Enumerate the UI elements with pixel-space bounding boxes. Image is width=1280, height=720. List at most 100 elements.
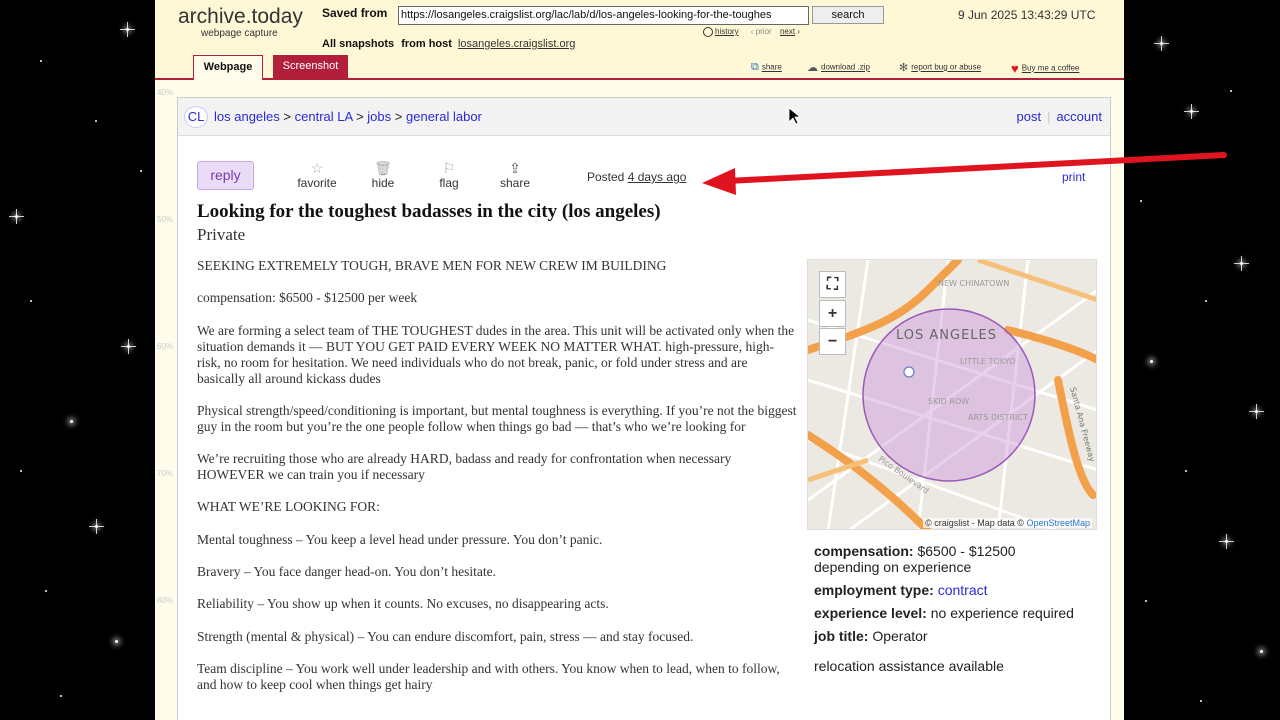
employment-type-attr: employment type: contract <box>814 582 1104 598</box>
osm-link[interactable]: OpenStreetMap <box>1026 518 1090 528</box>
posted-ago: 4 days ago <box>627 170 687 184</box>
share-tool-label: share <box>761 62 782 72</box>
map-credit-text: © craigslist - Map data © <box>925 518 1024 528</box>
craigslist-logo[interactable]: CL <box>184 106 208 128</box>
next-link[interactable]: next <box>780 27 795 36</box>
from-host-label: from host <box>401 38 452 50</box>
all-snapshots: All snapshots from host losangeles.craig… <box>322 38 575 50</box>
reply-button[interactable]: reply <box>197 161 254 190</box>
download-tool[interactable]: ☁ download .zip <box>807 61 870 74</box>
ruler-mark: 60% <box>157 342 174 351</box>
account-link[interactable]: account <box>1056 109 1102 124</box>
bug-icon: ✻ <box>899 62 909 74</box>
location-map[interactable]: LOS ANGELES LITTLE TOKYO ARTS DISTRICT S… <box>807 259 1097 530</box>
body-paragraph: Reliability – You show up when it counts… <box>197 596 609 612</box>
fullscreen-icon: ⛶ <box>826 276 839 293</box>
minus-icon: − <box>827 333 838 350</box>
share-label: share <box>499 176 531 190</box>
map-city-label: LOS ANGELES <box>896 328 997 343</box>
share-icon: ⇪ <box>509 160 521 176</box>
tab-screenshot[interactable]: Screenshot <box>273 55 348 79</box>
all-snapshots-label[interactable]: All snapshots <box>322 38 394 50</box>
map-label: ARTS DISTRICT <box>968 413 1028 422</box>
job-title-value: Operator <box>872 628 928 644</box>
share-button[interactable]: ⇪ share <box>485 160 545 190</box>
breadcrumb-central-la[interactable]: central LA <box>295 109 353 124</box>
map-label: NEW CHINATOWN <box>938 279 1009 288</box>
hide-label: hide <box>371 176 395 190</box>
breadcrumb: los angeles > central LA > jobs > genera… <box>214 109 482 124</box>
favorite-button[interactable]: ☆ favorite <box>287 160 347 190</box>
relocation-note: relocation assistance available <box>814 658 1004 674</box>
ruler-mark: 80% <box>157 596 174 605</box>
history-nav: history ‹ prior next › <box>703 27 800 37</box>
craigslist-topbar: CL los angeles > central LA > jobs > gen… <box>178 98 1110 136</box>
employment-value-link[interactable]: contract <box>938 582 988 598</box>
history-icon <box>703 27 713 37</box>
archive-subtitle: webpage capture <box>201 28 278 39</box>
coffee-tool-label: Buy me a coffee <box>1021 63 1080 73</box>
body-paragraph: We are forming a select team of THE TOUG… <box>197 322 795 386</box>
saved-from-label: Saved from <box>322 6 388 20</box>
body-paragraph: We’re recruiting those who are already H… <box>197 451 732 483</box>
star-icon: ☆ <box>310 160 324 176</box>
zoom-out-button[interactable]: − <box>819 328 846 355</box>
body-paragraph: Bravery – You face danger head-on. You d… <box>197 564 496 580</box>
archive-header: archive.today webpage capture Saved from… <box>155 0 1124 80</box>
account-links: post | account <box>1016 109 1102 124</box>
share-icon: ⧉ <box>751 61 759 73</box>
fullscreen-button[interactable]: ⛶ <box>819 271 846 298</box>
job-title-attr: job title: Operator <box>814 628 1104 644</box>
job-title-label: job title: <box>814 628 869 644</box>
breadcrumb-los-angeles[interactable]: los angeles <box>214 109 280 124</box>
hide-button[interactable]: 🗑︎ hide <box>353 160 413 190</box>
post-link[interactable]: post <box>1016 109 1041 124</box>
experience-value: no experience required <box>930 605 1074 621</box>
capture-timestamp: 9 Jun 2025 13:43:29 UTC <box>958 8 1096 22</box>
report-tool[interactable]: ✻ report bug or abuse <box>899 61 981 74</box>
compensation-note: depending on experience <box>814 559 972 575</box>
search-button[interactable]: search <box>812 6 884 24</box>
posting-body: SEEKING EXTREMELY TOUGH, BRAVE MEN FOR N… <box>197 258 797 709</box>
compensation-label: compensation: <box>814 543 914 559</box>
tab-webpage[interactable]: Webpage <box>193 55 263 80</box>
archive-logo[interactable]: archive.today <box>178 5 303 29</box>
share-tool[interactable]: ⧉ share <box>751 61 782 74</box>
favorite-label: favorite <box>297 176 337 190</box>
breadcrumb-jobs[interactable]: jobs <box>367 109 391 124</box>
captured-page: CL los angeles > central LA > jobs > gen… <box>177 97 1111 720</box>
body-paragraph: compensation: $6500 - $12500 per week <box>197 290 418 306</box>
flag-button[interactable]: ⚐ flag <box>419 160 479 190</box>
print-link[interactable]: print <box>1062 170 1085 184</box>
plus-icon: + <box>827 305 838 322</box>
experience-label: experience level: <box>814 605 927 621</box>
zoom-in-button[interactable]: + <box>819 300 846 327</box>
prior-link[interactable]: prior <box>756 27 772 36</box>
breadcrumb-general-labor[interactable]: general labor <box>406 109 482 124</box>
posting-attributes: compensation: $6500 - $12500 depending o… <box>814 543 1104 681</box>
flag-icon: ⚐ <box>442 160 456 176</box>
body-paragraph: Physical strength/speed/conditioning is … <box>197 402 797 434</box>
posting-subtitle: Private <box>197 225 246 244</box>
coffee-tool[interactable]: ♥ Buy me a coffee <box>1011 61 1079 76</box>
mouse-cursor-icon <box>789 108 802 125</box>
cloud-download-icon: ☁ <box>807 62 818 74</box>
trash-icon: 🗑︎ <box>374 160 392 176</box>
url-input[interactable]: https://losangeles.craigslist.org/lac/la… <box>398 6 809 25</box>
map-attribution: © craigslist - Map data © OpenStreetMap <box>923 518 1092 528</box>
compensation-attr: compensation: $6500 - $12500 depending o… <box>814 543 1104 575</box>
employment-label: employment type: <box>814 582 934 598</box>
ruler-mark: 70% <box>157 469 174 478</box>
compensation-value: $6500 - $12500 <box>917 543 1016 559</box>
body-paragraph: Mental toughness – You keep a level head… <box>197 531 603 547</box>
ruler-mark: 50% <box>157 215 174 224</box>
map-label: LITTLE TOKYO <box>960 357 1015 366</box>
archive-frame: archive.today webpage capture Saved from… <box>155 0 1124 720</box>
map-label: SKID ROW <box>928 397 969 406</box>
experience-attr: experience level: no experience required <box>814 605 1104 621</box>
map-tiles: LOS ANGELES LITTLE TOKYO ARTS DISTRICT S… <box>808 260 1096 529</box>
flag-label: flag <box>439 176 459 190</box>
host-link[interactable]: losangeles.craigslist.org <box>458 38 575 50</box>
history-link[interactable]: history <box>715 27 739 36</box>
body-paragraph: Team discipline – You work well under le… <box>197 660 780 692</box>
